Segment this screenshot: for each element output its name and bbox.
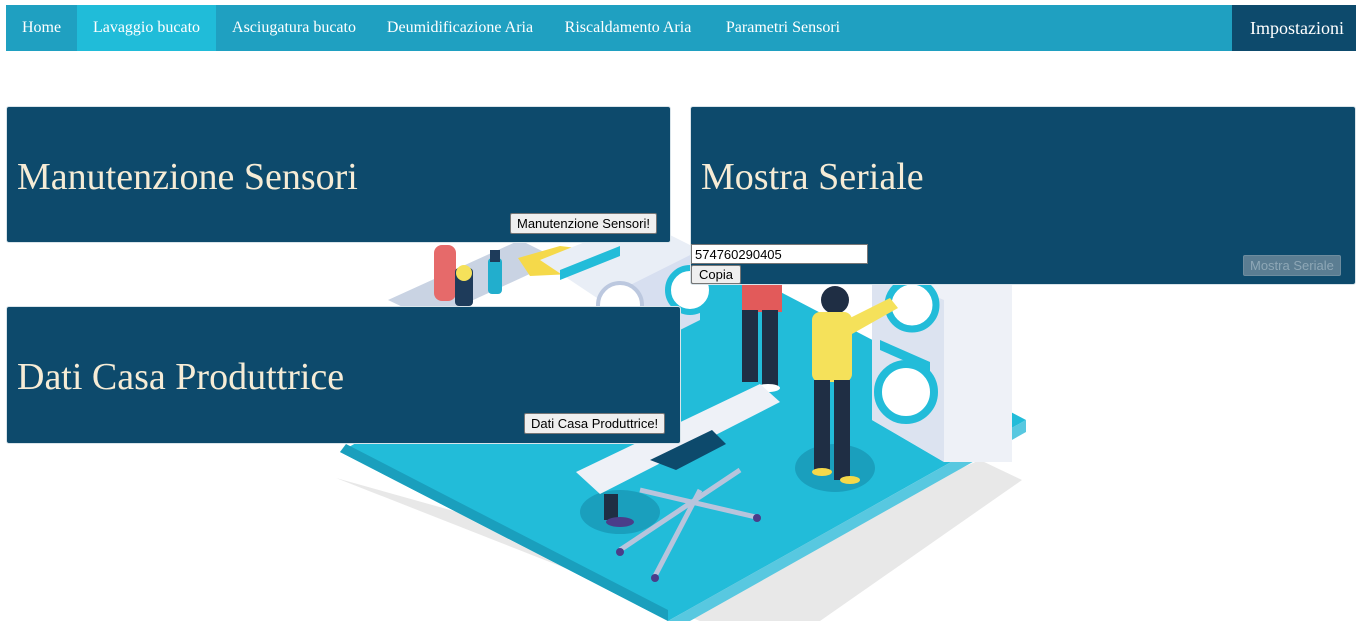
- person-red: [742, 276, 782, 392]
- nav-home[interactable]: Home: [6, 5, 77, 51]
- nav-impostazioni[interactable]: Impostazioni: [1232, 5, 1356, 51]
- bottle-icon: [488, 258, 502, 294]
- nav-parametri-sensori[interactable]: Parametri Sensori: [708, 5, 858, 51]
- manutenzione-sensori-button[interactable]: Manutenzione Sensori!: [510, 213, 657, 234]
- dati-casa-produttrice-button[interactable]: Dati Casa Produttrice!: [524, 413, 666, 434]
- panel-title-seriale: Mostra Seriale: [701, 156, 924, 198]
- nav-riscaldamento-aria[interactable]: Riscaldamento Aria: [548, 5, 708, 51]
- copy-serial-button[interactable]: Copia: [691, 265, 741, 284]
- panel-title-manutenzione: Manutenzione Sensori: [17, 156, 358, 198]
- top-navbar: Home Lavaggio bucato Asciugatura bucato …: [6, 5, 1356, 51]
- bottle-icon: [434, 245, 456, 301]
- nav-asciugatura-bucato[interactable]: Asciugatura bucato: [216, 5, 372, 51]
- panel-manutenzione-sensori: Manutenzione Sensori Manutenzione Sensor…: [6, 106, 671, 243]
- mostra-seriale-button[interactable]: Mostra Seriale: [1243, 255, 1341, 276]
- panel-title-produttrice: Dati Casa Produttrice: [17, 356, 345, 398]
- serial-number-field[interactable]: [691, 244, 868, 264]
- panel-dati-casa-produttrice: Dati Casa Produttrice Dati Casa Produttr…: [6, 306, 681, 444]
- nav-lavaggio-bucato[interactable]: Lavaggio bucato: [77, 5, 216, 51]
- nav-deumidificazione-aria[interactable]: Deumidificazione Aria: [372, 5, 548, 51]
